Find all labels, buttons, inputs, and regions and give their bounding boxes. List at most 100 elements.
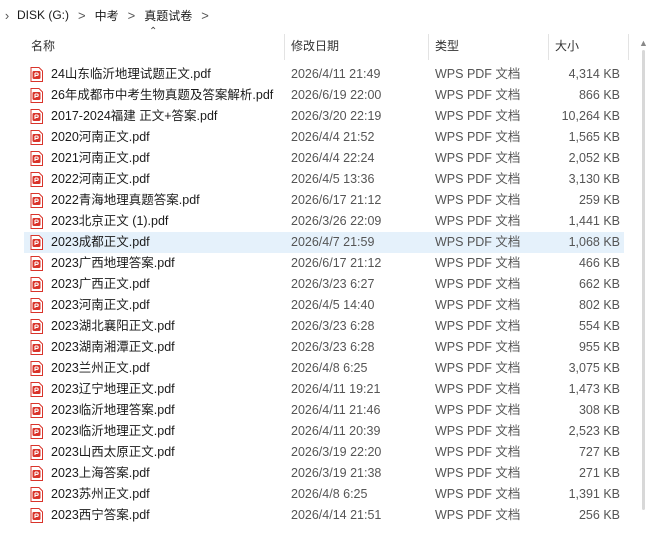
file-row[interactable]: 2023临沂地理答案.pdf 2026/4/11 21:46 WPS PDF 文档 3…: [24, 400, 624, 421]
column-header-type[interactable]: 类型: [435, 36, 459, 56]
pdf-file-icon: [30, 403, 43, 418]
file-row[interactable]: 2021河南正文.pdf 2026/4/4 22:24 WPS PDF 文档 2,05…: [24, 148, 624, 169]
file-row[interactable]: 2023西宁答案.pdf 2026/4/14 21:51 WPS PDF 文档 256…: [24, 505, 624, 526]
file-type: WPS PDF 文档: [435, 298, 521, 312]
file-date: 2026/3/19 21:38: [291, 466, 382, 480]
scroll-up-icon[interactable]: ▲: [639, 38, 648, 48]
breadcrumb-separator-icon[interactable]: >: [72, 8, 92, 23]
pdf-file-icon: [30, 319, 43, 334]
pdf-file-icon: [30, 298, 43, 313]
breadcrumb-separator-icon[interactable]: ›: [0, 8, 14, 23]
file-type: WPS PDF 文档: [435, 361, 521, 375]
pdf-file-icon: [30, 130, 43, 145]
file-type: WPS PDF 文档: [435, 319, 521, 333]
file-date: 2026/4/5 13:36: [291, 172, 375, 186]
file-row[interactable]: 2023广西地理答案.pdf 2026/6/17 21:12 WPS PDF 文档 4…: [24, 253, 624, 274]
file-name: 2020河南正文.pdf: [51, 130, 150, 144]
file-row[interactable]: 2022青海地理真题答案.pdf 2026/6/17 21:12 WPS PDF 文…: [24, 190, 624, 211]
column-header-name[interactable]: 名称: [31, 36, 55, 56]
file-row[interactable]: 2023河南正文.pdf 2026/4/5 14:40 WPS PDF 文档 802 …: [24, 295, 624, 316]
breadcrumb-item-current[interactable]: 真题试卷: [141, 7, 195, 24]
column-divider[interactable]: [428, 34, 429, 60]
file-date: 2026/4/11 19:21: [291, 382, 381, 396]
file-row[interactable]: 2017-2024福建 正文+答案.pdf 2026/3/20 22:19 WPS …: [24, 106, 624, 127]
file-row[interactable]: 2023苏州正文.pdf 2026/4/8 6:25 WPS PDF 文档 1,391…: [24, 484, 624, 505]
file-name: 2023临沂地理答案.pdf: [51, 403, 175, 417]
file-name: 2023成都正文.pdf: [51, 235, 150, 249]
file-size: 271 KB: [578, 466, 620, 480]
column-divider[interactable]: [284, 34, 285, 60]
file-date: 2026/4/11 21:49: [291, 67, 381, 81]
file-row[interactable]: 2023湖北襄阳正文.pdf 2026/3/23 6:28 WPS PDF 文档 55…: [24, 316, 624, 337]
breadcrumb-separator-icon[interactable]: >: [122, 8, 142, 23]
file-date: 2026/4/4 22:24: [291, 151, 375, 165]
column-header-size[interactable]: 大小: [555, 36, 579, 56]
file-size: 2,052 KB: [568, 151, 620, 165]
file-type: WPS PDF 文档: [435, 256, 521, 270]
file-row[interactable]: 2023北京正文 (1).pdf 2026/3/26 22:09 WPS PDF 文…: [24, 211, 624, 232]
file-date: 2026/4/5 14:40: [291, 298, 375, 312]
breadcrumb-separator-icon[interactable]: >: [195, 8, 215, 23]
pdf-file-icon: [30, 445, 43, 460]
pdf-file-icon: [30, 382, 43, 397]
breadcrumb-item-disk[interactable]: DISK (G:): [14, 8, 72, 22]
file-date: 2026/4/11 20:39: [291, 424, 381, 438]
file-date: 2026/3/23 6:28: [291, 319, 375, 333]
pdf-file-icon: [30, 256, 43, 271]
file-row[interactable]: 2023兰州正文.pdf 2026/4/8 6:25 WPS PDF 文档 3,075…: [24, 358, 624, 379]
file-date: 2026/3/23 6:28: [291, 340, 375, 354]
file-row[interactable]: 2023临沂地理正文.pdf 2026/4/11 20:39 WPS PDF 文档 2…: [24, 421, 624, 442]
pdf-file-icon: [30, 277, 43, 292]
file-size: 1,565 KB: [568, 130, 620, 144]
file-type: WPS PDF 文档: [435, 466, 521, 480]
file-type: WPS PDF 文档: [435, 109, 521, 123]
file-type: WPS PDF 文档: [435, 424, 521, 438]
file-type: WPS PDF 文档: [435, 193, 521, 207]
file-name: 2023北京正文 (1).pdf: [51, 214, 169, 228]
file-date: 2026/3/26 22:09: [291, 214, 382, 228]
breadcrumb: › DISK (G:) > 中考 > 真题试卷 >: [0, 0, 649, 30]
file-size: 308 KB: [578, 403, 620, 417]
file-name: 2023广西地理答案.pdf: [51, 256, 175, 270]
file-size: 662 KB: [578, 277, 620, 291]
file-size: 802 KB: [578, 298, 620, 312]
file-row[interactable]: 2022河南正文.pdf 2026/4/5 13:36 WPS PDF 文档 3,13…: [24, 169, 624, 190]
file-date: 2026/6/17 21:12: [291, 193, 382, 207]
file-type: WPS PDF 文档: [435, 277, 521, 291]
file-row[interactable]: 24山东临沂地理试题正文.pdf 2026/4/11 21:49 WPS PDF 文…: [24, 64, 624, 85]
pdf-file-icon: [30, 88, 43, 103]
pdf-file-icon: [30, 172, 43, 187]
file-type: WPS PDF 文档: [435, 172, 521, 186]
column-header-date[interactable]: 修改日期: [291, 36, 339, 56]
file-name: 24山东临沂地理试题正文.pdf: [51, 67, 211, 81]
file-size: 1,391 KB: [568, 487, 620, 501]
vertical-scrollbar[interactable]: [642, 50, 645, 510]
pdf-file-icon: [30, 109, 43, 124]
file-row[interactable]: 2023广西正文.pdf 2026/3/23 6:27 WPS PDF 文档 662 …: [24, 274, 624, 295]
file-type: WPS PDF 文档: [435, 67, 521, 81]
file-row[interactable]: 2023湖南湘潭正文.pdf 2026/3/23 6:28 WPS PDF 文档 95…: [24, 337, 624, 358]
file-name: 2023广西正文.pdf: [51, 277, 150, 291]
file-type: WPS PDF 文档: [435, 403, 521, 417]
file-type: WPS PDF 文档: [435, 340, 521, 354]
sort-ascending-icon: ⌃: [149, 26, 158, 37]
file-row[interactable]: 2023上海答案.pdf 2026/3/19 21:38 WPS PDF 文档 271…: [24, 463, 624, 484]
file-size: 4,314 KB: [568, 67, 620, 81]
file-size: 866 KB: [578, 88, 620, 102]
file-row[interactable]: 2023成都正文.pdf 2026/4/7 21:59 WPS PDF 文档 1,06…: [24, 232, 624, 253]
file-name: 2022青海地理真题答案.pdf: [51, 193, 200, 207]
breadcrumb-item-zhongkao[interactable]: 中考: [92, 7, 122, 24]
file-row[interactable]: 2020河南正文.pdf 2026/4/4 21:52 WPS PDF 文档 1,56…: [24, 127, 624, 148]
column-divider[interactable]: [628, 34, 629, 60]
file-row[interactable]: 2023辽宁地理正文.pdf 2026/4/11 19:21 WPS PDF 文档 1…: [24, 379, 624, 400]
file-size: 554 KB: [578, 319, 620, 333]
file-row[interactable]: 2023山西太原正文.pdf 2026/3/19 22:20 WPS PDF 文档 7…: [24, 442, 624, 463]
file-size: 256 KB: [578, 508, 620, 522]
file-row[interactable]: 26年成都市中考生物真题及答案解析.pdf 2026/6/19 22:00 WPS …: [24, 85, 624, 106]
file-size: 1,473 KB: [568, 382, 620, 396]
file-date: 2026/6/17 21:12: [291, 256, 382, 270]
pdf-file-icon: [30, 466, 43, 481]
pdf-file-icon: [30, 235, 43, 250]
column-divider[interactable]: [548, 34, 549, 60]
file-type: WPS PDF 文档: [435, 130, 521, 144]
